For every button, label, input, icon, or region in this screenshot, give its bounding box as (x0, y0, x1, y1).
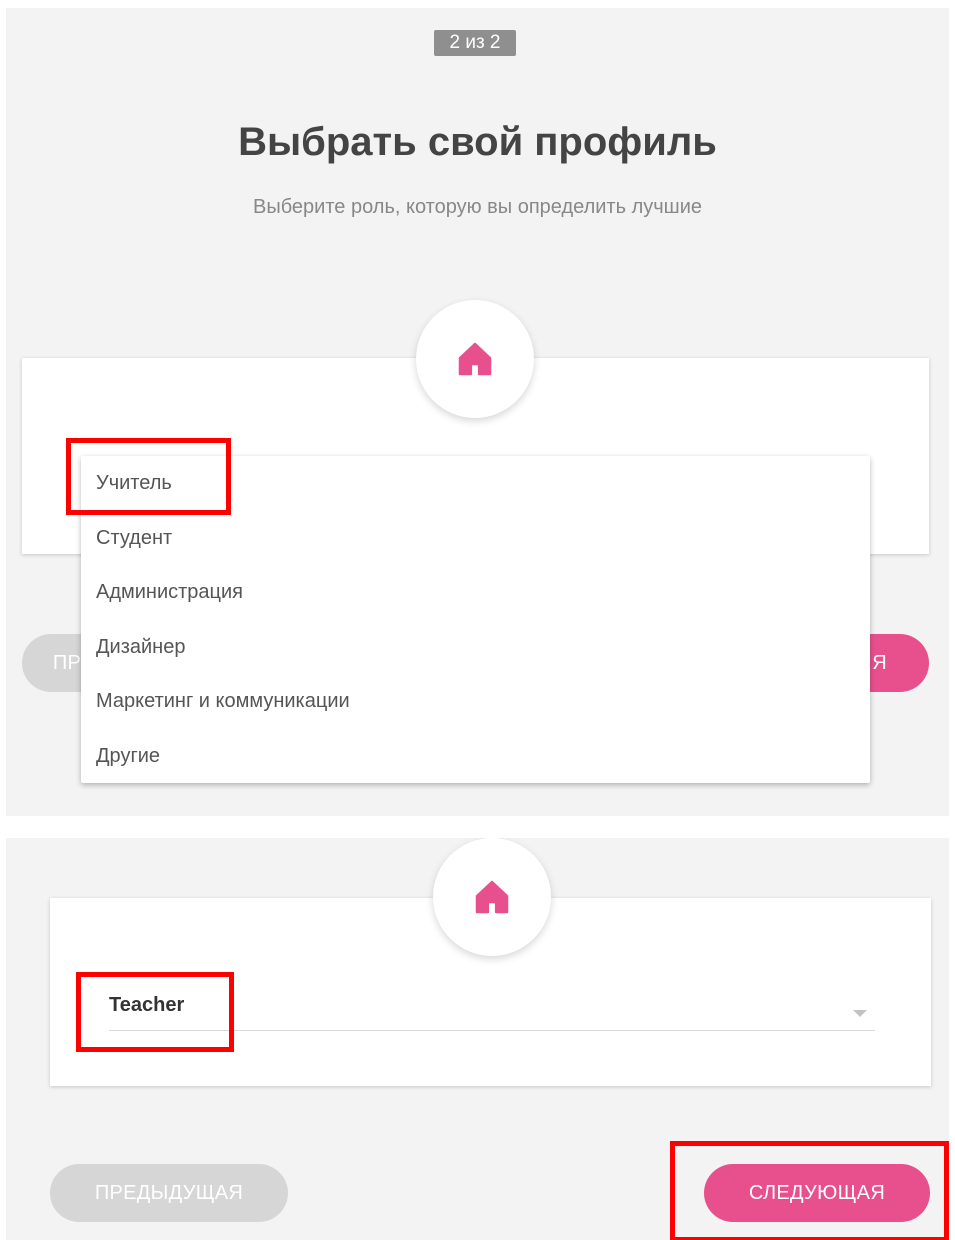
previous-button[interactable]: ПРЕДЫДУЩАЯ (50, 1164, 288, 1222)
next-button-label: СЛЕДУЮЩАЯ (748, 1181, 886, 1204)
home-icon (458, 342, 492, 376)
page-title: Выбрать свой профиль (238, 120, 717, 164)
step-badge: 2 из 2 (434, 30, 516, 56)
home-icon (475, 880, 509, 914)
profile-step-dropdown-open: 2 из 2 Выбрать свой профиль Выберите рол… (6, 8, 949, 816)
role-select[interactable]: Teacher (109, 988, 875, 1031)
role-option-marketing[interactable]: Маркетинг и коммуникации (81, 674, 870, 729)
role-dropdown-menu: Учитель Студент Администрация Дизайнер М… (81, 456, 870, 783)
role-option-teacher[interactable]: Учитель (81, 456, 870, 511)
previous-button-label: ПРЕДЫДУЩАЯ (94, 1181, 244, 1204)
home-icon-circle (416, 300, 534, 418)
page-subtitle: Выберите роль, которую вы определить луч… (252, 196, 702, 218)
role-option-designer[interactable]: Дизайнер (81, 620, 870, 675)
next-button[interactable]: СЛЕДУЮЩАЯ (704, 1164, 930, 1222)
role-select-value: Teacher (109, 994, 185, 1016)
role-option-administration[interactable]: Администрация (81, 565, 870, 620)
role-option-other[interactable]: Другие (81, 729, 870, 784)
profile-step-role-selected: Teacher ПРЕДЫДУЩАЯ СЛЕДУЮЩАЯ (6, 838, 949, 1240)
next-button-label: Я (872, 651, 887, 674)
home-icon-circle (433, 838, 551, 956)
dropdown-arrow-icon (853, 1010, 867, 1017)
previous-button-label: ПР (52, 651, 82, 674)
role-option-student[interactable]: Студент (81, 511, 870, 566)
